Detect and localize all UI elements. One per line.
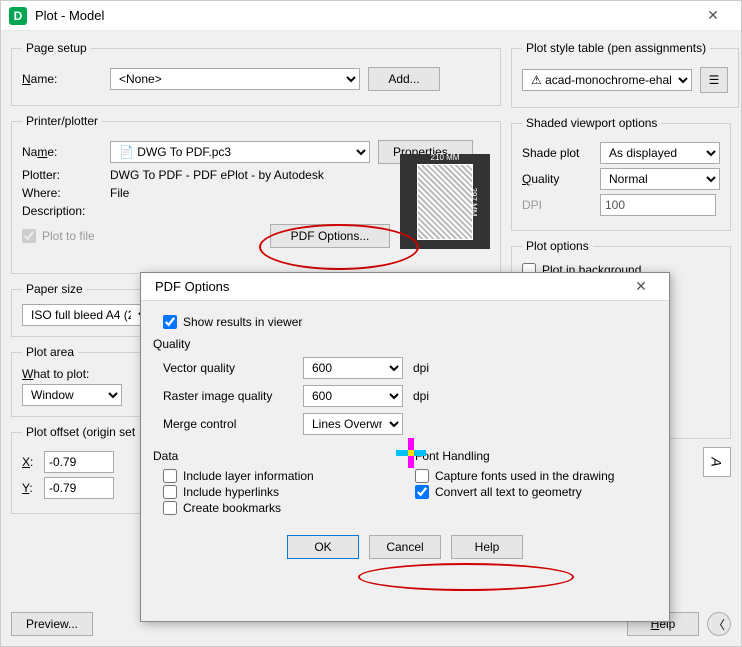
printer-name-select[interactable]: 📄 DWG To PDF.pc3 [110, 141, 370, 163]
data-section-label: Data [153, 449, 395, 463]
modal-help-button[interactable]: Help [451, 535, 523, 559]
capture-fonts-label: Capture fonts used in the drawing [435, 469, 614, 483]
include-layer-label: Include layer information [183, 469, 314, 483]
printer-name-label: Name: [22, 145, 102, 159]
plot-to-file-checkbox [22, 229, 36, 243]
plot-to-file-label: Plot to file [42, 229, 95, 243]
plotter-value: DWG To PDF - PDF ePlot - by Autodesk [110, 168, 324, 182]
cancel-button[interactable]: Cancel [369, 535, 441, 559]
orientation-icon[interactable]: A [703, 447, 731, 477]
paper-size-legend: Paper size [22, 282, 87, 296]
shade-plot-select[interactable]: As displayed [600, 142, 720, 164]
modal-close-icon[interactable]: ✕ [621, 272, 661, 302]
create-bookmarks-checkbox[interactable] [163, 501, 177, 515]
raster-quality-select[interactable]: 600 [303, 385, 403, 407]
convert-text-label: Convert all text to geometry [435, 485, 582, 499]
vector-quality-select[interactable]: 600 [303, 357, 403, 379]
window-title: Plot - Model [35, 8, 693, 23]
y-label: Y: [22, 481, 36, 495]
name-label: NName:ame: [22, 72, 102, 86]
include-hyperlinks-label: Include hyperlinks [183, 485, 279, 499]
x-input[interactable] [44, 451, 114, 473]
titlebar: D Plot - Model ✕ [1, 1, 741, 31]
plot-style-select[interactable]: ⚠ acad-monochrome-ehala.ctl [522, 69, 692, 91]
show-results-checkbox[interactable] [163, 315, 177, 329]
modal-title: PDF Options [149, 279, 621, 294]
plot-style-group: Plot style table (pen assignments) ⚠ aca… [511, 41, 739, 108]
raster-quality-label: Raster image quality [163, 389, 293, 403]
shade-plot-label: Shade plot [522, 146, 592, 160]
page-setup-legend: Page setup [22, 41, 91, 55]
dpi-unit-2: dpi [413, 389, 429, 403]
add-button[interactable]: Add... [368, 67, 440, 91]
preview-button[interactable]: Preview... [11, 612, 93, 636]
plot-style-legend: Plot style table (pen assignments) [522, 41, 710, 55]
quality-section-label: Quality [153, 337, 657, 351]
where-value: File [110, 186, 129, 200]
shaded-legend: Shaded viewport options [522, 116, 661, 130]
paper-size-select[interactable]: ISO full bleed A4 (2 [22, 304, 152, 326]
vector-quality-label: Vector quality [163, 361, 293, 375]
include-hyperlinks-checkbox[interactable] [163, 485, 177, 499]
dpi-unit-1: dpi [413, 361, 429, 375]
shaded-viewport-group: Shaded viewport options Shade plot As di… [511, 116, 731, 231]
capture-fonts-checkbox[interactable] [415, 469, 429, 483]
app-icon: D [9, 7, 27, 25]
include-layer-checkbox[interactable] [163, 469, 177, 483]
plotter-label: Plotter: [22, 168, 102, 182]
description-label: Description: [22, 204, 102, 218]
font-handling-label: Font Handling [415, 449, 657, 463]
plot-preview [400, 154, 490, 249]
paper-preview [417, 164, 473, 240]
expand-icon[interactable]: 〈 [707, 612, 731, 636]
merge-control-label: Merge control [163, 417, 293, 431]
what-to-plot-select[interactable]: Window [22, 384, 122, 406]
quality-label: Quality [522, 172, 592, 186]
printer-legend: Printer/plotter [22, 114, 102, 128]
plot-options-legend: Plot options [522, 239, 593, 253]
quality-select[interactable]: Normal [600, 168, 720, 190]
plot-area-legend: Plot area [22, 345, 78, 359]
plot-offset-legend: Plot offset (origin set [22, 425, 139, 439]
cursor-icon [396, 438, 426, 468]
printer-group: Printer/plotter Name: 📄 DWG To PDF.pc3 P… [11, 114, 501, 274]
close-icon[interactable]: ✕ [693, 1, 733, 31]
ok-button[interactable]: OK [287, 535, 359, 559]
dpi-label: DPI [522, 198, 592, 212]
pdf-options-button[interactable]: PDF Options... [270, 224, 390, 248]
x-label: X: [22, 455, 36, 469]
show-results-label: Show results in viewer [183, 315, 302, 329]
page-setup-name-select[interactable]: <None> [110, 68, 360, 90]
page-setup-group: Page setup NName:ame: <None> Add... [11, 41, 501, 106]
merge-control-select[interactable]: Lines Overwrite [303, 413, 403, 435]
where-label: Where: [22, 186, 102, 200]
plot-style-edit-icon[interactable]: ☰ [700, 67, 728, 93]
y-input[interactable] [44, 477, 114, 499]
convert-text-checkbox[interactable] [415, 485, 429, 499]
create-bookmarks-label: Create bookmarks [183, 501, 281, 515]
dpi-input [600, 194, 716, 216]
